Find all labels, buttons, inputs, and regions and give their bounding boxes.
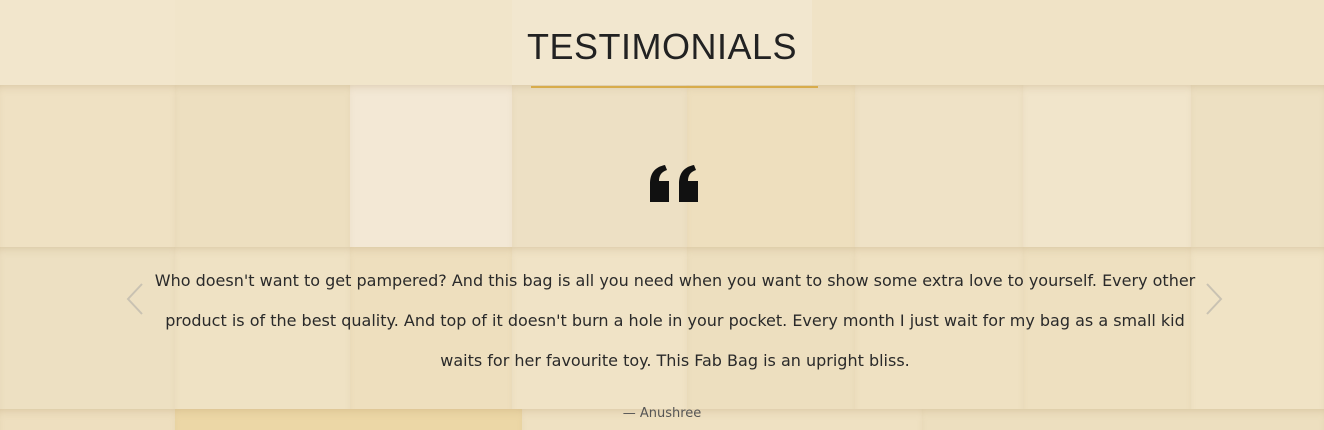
testimonial-author: — Anushree (622, 406, 702, 421)
chevron-right-icon (1206, 283, 1223, 315)
quote-open-icon (648, 164, 702, 204)
carousel-prev-button[interactable] (123, 282, 147, 316)
testimonial-text: Who doesn't want to get pampered? And th… (154, 271, 1196, 370)
title-underline (531, 86, 818, 88)
chevron-left-icon (126, 283, 143, 315)
carousel-next-button[interactable] (1202, 282, 1226, 316)
section-title: TESTIMONIALS (526, 26, 798, 67)
